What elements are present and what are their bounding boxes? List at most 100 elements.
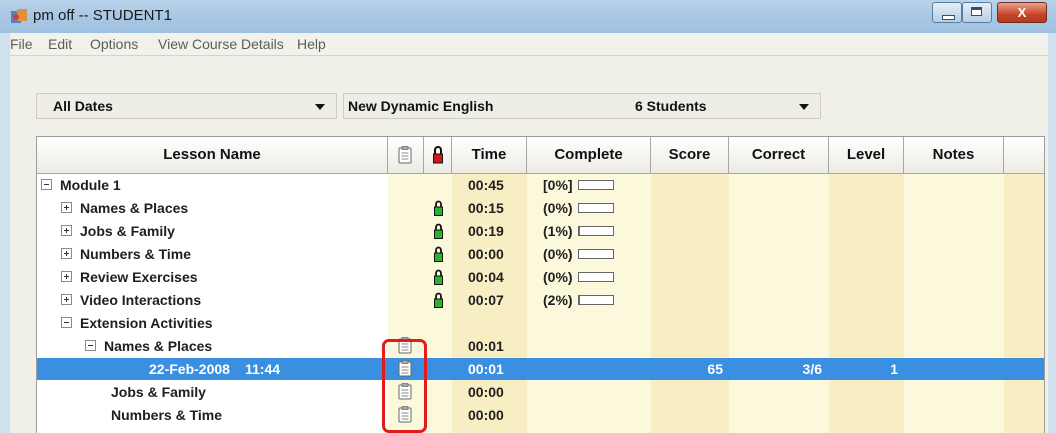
maximize-icon bbox=[971, 7, 982, 16]
app-window: pm off -- STUDENT1 X File Edit Options V… bbox=[0, 0, 1056, 433]
correct-cell: 3/6 bbox=[802, 361, 822, 377]
lesson-grid: Lesson Name Time Complete Score Correct … bbox=[36, 136, 1045, 433]
time-cell: 00:19 bbox=[468, 223, 504, 239]
complete-value: (0%) bbox=[543, 200, 573, 216]
maximize-button[interactable] bbox=[962, 2, 992, 23]
app-icon bbox=[11, 9, 27, 23]
lesson-name-cell: Numbers & Time bbox=[111, 407, 222, 423]
minimize-button[interactable] bbox=[932, 2, 962, 23]
lesson-name-cell: Review Exercises bbox=[80, 269, 198, 285]
level-cell: 1 bbox=[890, 361, 898, 377]
time-cell: 00:04 bbox=[468, 269, 504, 285]
complete-cell: (1%) bbox=[543, 223, 614, 239]
time-cell: 00:15 bbox=[468, 200, 504, 216]
lock-icon bbox=[433, 146, 443, 164]
menu-file[interactable]: File bbox=[10, 36, 33, 52]
lock-icon[interactable] bbox=[434, 292, 443, 308]
complete-cell: (0%) bbox=[543, 200, 614, 216]
window-title: pm off -- STUDENT1 bbox=[33, 7, 172, 24]
complete-cell: (0%) bbox=[543, 269, 614, 285]
menu-options[interactable]: Options bbox=[90, 36, 138, 52]
progress-bar bbox=[577, 295, 614, 306]
close-icon: X bbox=[1017, 5, 1027, 20]
header-complete[interactable]: Complete bbox=[527, 137, 651, 173]
time-cell: 00:07 bbox=[468, 292, 504, 308]
collapse-icon[interactable] bbox=[85, 340, 96, 351]
title-bar[interactable]: pm off -- STUDENT1 X bbox=[0, 0, 1056, 33]
expand-icon[interactable] bbox=[61, 294, 72, 305]
expand-icon[interactable] bbox=[61, 225, 72, 236]
chevron-down-icon bbox=[315, 104, 325, 110]
minimize-icon bbox=[942, 15, 955, 20]
header-correct[interactable]: Correct bbox=[729, 137, 829, 173]
table-row[interactable]: Numbers & Time 00:00 (0%) bbox=[37, 243, 1044, 265]
progress-bar bbox=[577, 226, 614, 237]
expand-icon[interactable] bbox=[61, 248, 72, 259]
header-lesson-name[interactable]: Lesson Name bbox=[37, 137, 388, 173]
table-row[interactable]: Names & Places 00:01 bbox=[37, 335, 1044, 357]
complete-cell: (2%) bbox=[543, 292, 614, 308]
highlight-box bbox=[382, 339, 427, 433]
students-value: 6 Students bbox=[635, 98, 707, 114]
table-row[interactable]: 22-Feb-2008 11:44 00:01 65 3/6 1 bbox=[37, 358, 1044, 380]
lock-icon[interactable] bbox=[434, 223, 443, 239]
table-row[interactable]: Numbers & Time 00:00 bbox=[37, 404, 1044, 426]
menu-help[interactable]: Help bbox=[297, 36, 326, 52]
table-row[interactable]: Extension Activities bbox=[37, 312, 1044, 334]
complete-value: (0%) bbox=[543, 269, 573, 285]
complete-value: (1%) bbox=[543, 223, 573, 239]
expand-icon[interactable] bbox=[61, 271, 72, 282]
table-row[interactable]: Jobs & Family 00:19 (1%) bbox=[37, 220, 1044, 242]
table-row[interactable]: Review Exercises 00:04 (0%) bbox=[37, 266, 1044, 288]
table-row[interactable]: Module 1 00:45 [0%] bbox=[37, 174, 1044, 196]
header-time[interactable]: Time bbox=[452, 137, 527, 173]
menu-edit[interactable]: Edit bbox=[48, 36, 72, 52]
progress-bar bbox=[577, 180, 614, 191]
lesson-name-cell: Numbers & Time bbox=[80, 246, 191, 262]
complete-value: [0%] bbox=[543, 177, 573, 193]
dates-dropdown[interactable]: All Dates bbox=[36, 93, 337, 119]
lesson-name-cell: Jobs & Family bbox=[80, 223, 175, 239]
menu-bar: File Edit Options View Course Details He… bbox=[10, 33, 1048, 56]
time-cell: 00:01 bbox=[468, 361, 504, 377]
complete-value: (0%) bbox=[543, 246, 573, 262]
time-cell: 00:00 bbox=[468, 407, 504, 423]
lesson-name-cell: Video Interactions bbox=[80, 292, 202, 308]
lesson-name-cell: Names & Places bbox=[104, 338, 213, 354]
chevron-down-icon bbox=[799, 104, 809, 110]
header-lock-icon[interactable] bbox=[424, 137, 452, 173]
collapse-icon[interactable] bbox=[41, 179, 52, 190]
progress-bar bbox=[577, 203, 614, 214]
complete-value: (2%) bbox=[543, 292, 573, 308]
lesson-time-cell: 11:44 bbox=[245, 361, 281, 377]
lesson-name-cell: Module 1 bbox=[60, 177, 121, 193]
time-cell: 00:00 bbox=[468, 384, 504, 400]
time-cell: 00:00 bbox=[468, 246, 504, 262]
time-cell: 00:01 bbox=[468, 338, 504, 354]
complete-cell: (0%) bbox=[543, 246, 614, 262]
course-dropdown[interactable]: New Dynamic English 6 Students bbox=[343, 93, 821, 119]
table-row[interactable]: Jobs & Family 00:00 bbox=[37, 381, 1044, 403]
course-value: New Dynamic English bbox=[348, 98, 494, 114]
score-cell: 65 bbox=[707, 361, 723, 377]
table-row[interactable]: Names & Places 00:15 (0%) bbox=[37, 197, 1044, 219]
close-button[interactable]: X bbox=[997, 2, 1047, 23]
header-notes[interactable]: Notes bbox=[904, 137, 1004, 173]
lesson-name-cell: Names & Places bbox=[80, 200, 189, 216]
progress-bar bbox=[577, 272, 614, 283]
collapse-icon[interactable] bbox=[61, 317, 72, 328]
expand-icon[interactable] bbox=[61, 202, 72, 213]
lock-icon[interactable] bbox=[434, 246, 443, 262]
lesson-name-cell: 22-Feb-2008 bbox=[149, 361, 230, 377]
lock-icon[interactable] bbox=[434, 200, 443, 216]
header-score[interactable]: Score bbox=[651, 137, 729, 173]
table-row[interactable]: Video Interactions 00:07 (2%) bbox=[37, 289, 1044, 311]
grid-header: Lesson Name Time Complete Score Correct … bbox=[37, 137, 1044, 174]
time-cell: 00:45 bbox=[468, 177, 504, 193]
lock-icon[interactable] bbox=[434, 269, 443, 285]
header-level[interactable]: Level bbox=[829, 137, 904, 173]
menu-view-course-details[interactable]: View Course Details bbox=[158, 36, 284, 52]
progress-bar bbox=[577, 249, 614, 260]
header-notes-icon[interactable] bbox=[388, 137, 424, 173]
clipboard-icon bbox=[398, 146, 412, 164]
